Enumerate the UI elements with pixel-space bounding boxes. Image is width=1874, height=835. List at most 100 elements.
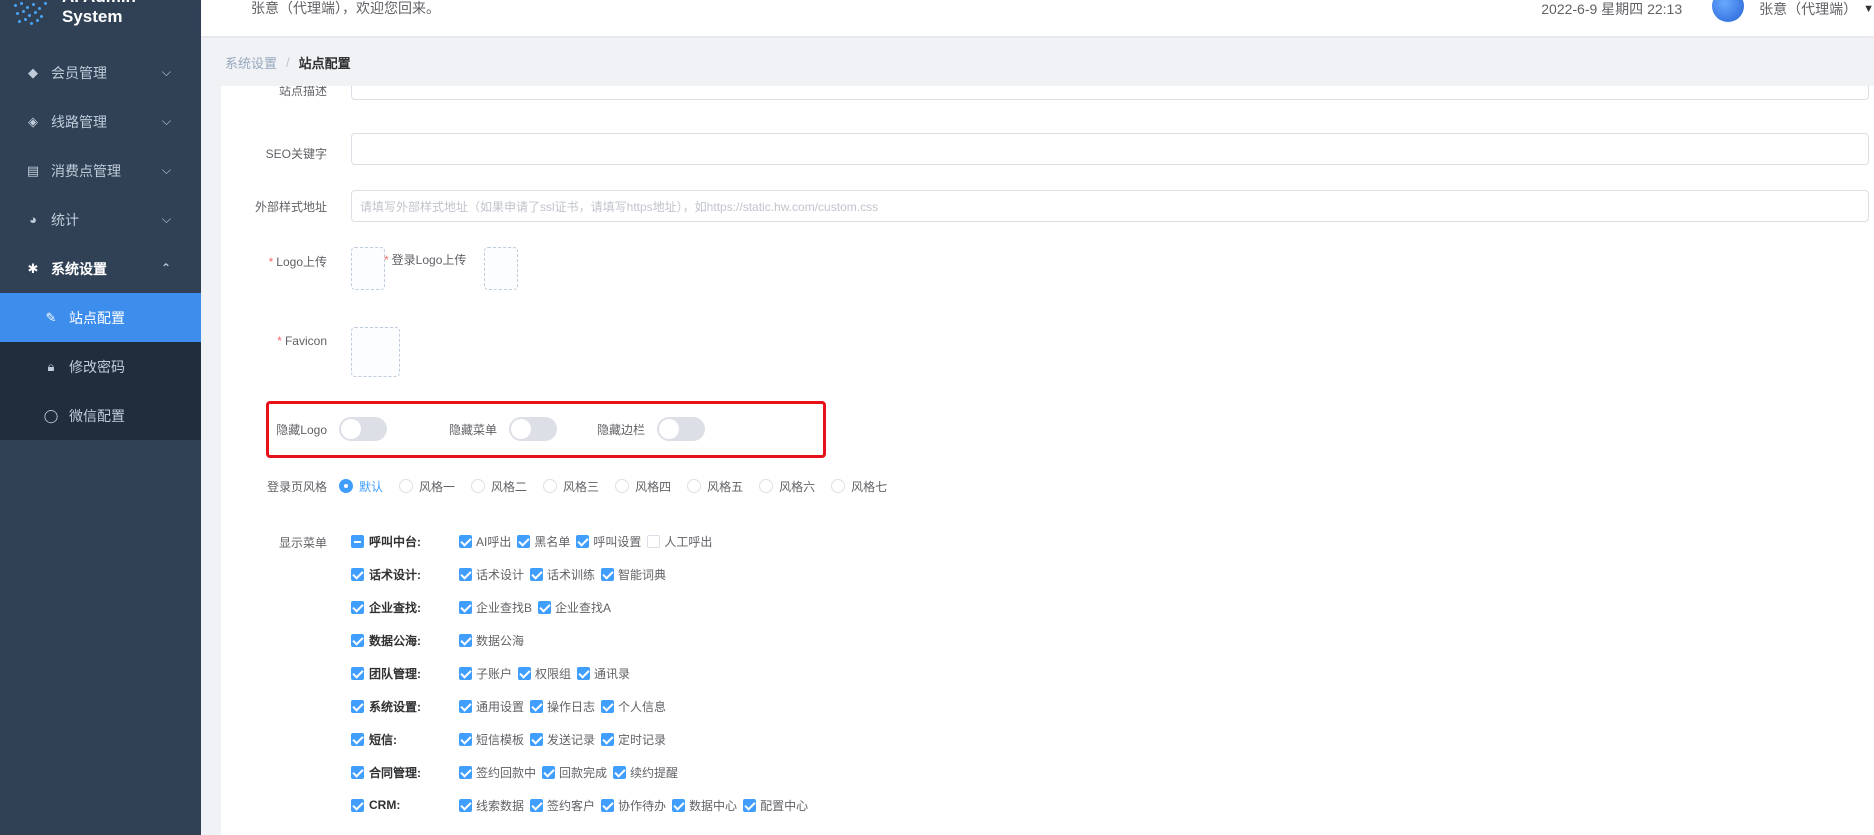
css-label: 外部样式地址	[254, 199, 327, 214]
menu-item-checkbox[interactable]: 数据中心	[672, 797, 737, 814]
login-logo-uploader[interactable]	[484, 247, 518, 290]
site-desc-row: 站点描述	[221, 86, 339, 102]
sidebar-subitem-label: 站点配置	[69, 309, 125, 326]
sidebar-item-member[interactable]: ◆ 会员管理 ⌵	[0, 48, 201, 97]
avatar[interactable]	[1712, 0, 1745, 22]
menu-group-items: 话术设计 话术训练 智能词典	[459, 566, 672, 583]
login-style-radio[interactable]: 风格七	[831, 478, 887, 495]
menu-item-checkbox[interactable]: 数据公海	[459, 632, 524, 649]
radio-dot	[759, 479, 774, 493]
hide-menu-row: 隐藏菜单	[439, 417, 557, 441]
hide-menu-switch[interactable]	[509, 417, 557, 441]
menu-item-label: 定时记录	[618, 732, 667, 747]
login-style-row: 登录页风格 默认 风格一 风格二 风格三 风格四 风格五 风格六 风格七	[221, 476, 903, 496]
menu-group-label: 话术设计:	[369, 567, 421, 582]
menu-item-checkbox[interactable]: 权限组	[518, 665, 571, 682]
menu-item-checkbox[interactable]: 话术训练	[530, 566, 595, 583]
menu-group-checkbox[interactable]: 数据公海:	[351, 632, 459, 649]
css-url-input[interactable]: 请填写外部样式地址（如果申请了ssl证书，请填写https地址），如https:…	[351, 190, 1869, 222]
sidebar-item-system[interactable]: ✱ 系统设置 ⌃	[0, 244, 201, 293]
login-style-radio[interactable]: 默认	[339, 478, 383, 495]
login-style-radio[interactable]: 风格二	[471, 478, 527, 495]
radio-label: 风格三	[563, 479, 600, 494]
username[interactable]: 张意（代理端）	[1759, 0, 1857, 19]
sidebar-item-label: 统计	[51, 211, 79, 228]
menu-item-label: 个人信息	[618, 699, 667, 714]
menu-item-checkbox[interactable]: 配置中心	[743, 797, 808, 814]
menu-group-checkbox[interactable]: 呼叫中台:	[351, 533, 459, 550]
hide-logo-switch[interactable]	[339, 417, 387, 441]
menu-group-checkbox[interactable]: 企业查找:	[351, 599, 459, 616]
radio-label: 风格七	[851, 479, 888, 494]
menu-item-checkbox[interactable]: 操作日志	[530, 698, 595, 715]
menu-item-checkbox[interactable]: AI呼出	[459, 533, 511, 550]
checkbox-box	[601, 732, 615, 746]
menu-item-checkbox[interactable]: 短信模板	[459, 731, 524, 748]
lock-icon: 🔒︎	[47, 358, 55, 374]
menu-item-checkbox[interactable]: 黑名单	[517, 533, 570, 550]
checkbox-box	[351, 600, 364, 614]
menu-item-label: 呼叫设置	[593, 534, 642, 549]
menu-item-checkbox[interactable]: 签约客户	[530, 797, 595, 814]
menu-group-label: 数据公海:	[369, 633, 421, 648]
menu-item-checkbox[interactable]: 协作待办	[601, 797, 666, 814]
menu-group-checkbox[interactable]: 合同管理:	[351, 764, 459, 781]
menu-item-checkbox[interactable]: 通讯录	[577, 665, 630, 682]
radio-dot	[471, 479, 486, 493]
app-logo[interactable]: AI Admin System	[0, 0, 201, 30]
breadcrumb-parent[interactable]: 系统设置	[225, 53, 277, 72]
menu-item-checkbox[interactable]: 发送记录	[530, 731, 595, 748]
hide-sidebar-switch[interactable]	[657, 417, 705, 441]
menu-item-label: 配置中心	[760, 798, 809, 813]
menu-item-checkbox[interactable]: 线索数据	[459, 797, 524, 814]
menu-group-items: 线索数据 签约客户 协作待办 数据中心 配置中心	[459, 797, 814, 814]
seo-input[interactable]	[351, 133, 1869, 165]
menu-item-checkbox[interactable]: 子账户	[459, 665, 512, 682]
logo-uploader[interactable]	[351, 247, 385, 290]
checkbox-box	[351, 666, 364, 680]
login-style-radio[interactable]: 风格一	[399, 478, 455, 495]
menu-group-items: 子账户 权限组 通讯录	[459, 665, 636, 682]
checkbox-box	[459, 567, 472, 581]
menu-group-items: 企业查找B 企业查找A	[459, 599, 617, 616]
menu-group-checkbox[interactable]: 短信:	[351, 731, 459, 748]
menu-item-checkbox[interactable]: 个人信息	[601, 698, 666, 715]
menu-item-checkbox[interactable]: 通用设置	[459, 698, 524, 715]
menu-item-checkbox[interactable]: 签约回款中	[459, 764, 536, 781]
menu-group-checkbox[interactable]: 系统设置:	[351, 698, 459, 715]
sidebar-subitem-password[interactable]: 🔒︎ 修改密码	[0, 342, 201, 391]
checkbox-box	[672, 798, 686, 812]
menu-item-checkbox[interactable]: 企业查找B	[459, 599, 532, 616]
radio-label: 风格五	[707, 479, 744, 494]
sidebar-subitem-wechat[interactable]: ◯ 微信配置	[0, 391, 201, 440]
menu-group-checkbox[interactable]: 团队管理:	[351, 665, 459, 682]
login-style-radio[interactable]: 风格六	[759, 478, 815, 495]
menu-item-label: 企业查找B	[476, 600, 533, 615]
menu-item-checkbox[interactable]: 呼叫设置	[576, 533, 641, 550]
sidebar: AI Admin System ◆ 会员管理 ⌵ ◈ 线路管理 ⌵ ▤ 消费点管…	[0, 0, 201, 835]
sidebar-item-consumption[interactable]: ▤ 消费点管理 ⌵	[0, 146, 201, 195]
login-style-radio[interactable]: 风格三	[543, 478, 599, 495]
menu-group-checkbox[interactable]: CRM:	[351, 798, 459, 812]
site-desc-input[interactable]	[351, 86, 1869, 100]
sidebar-item-route[interactable]: ◈ 线路管理 ⌵	[0, 97, 201, 146]
menu-item-checkbox[interactable]: 定时记录	[601, 731, 666, 748]
menu-item-label: 通用设置	[476, 699, 525, 714]
sidebar-item-stats[interactable]: ◕ 统计 ⌵	[0, 195, 201, 244]
menu-item-checkbox[interactable]: 回款完成	[542, 764, 607, 781]
radio-label: 风格六	[779, 479, 816, 494]
favicon-uploader[interactable]	[351, 327, 400, 377]
sidebar-subitem-site-config[interactable]: ✎ 站点配置	[0, 293, 201, 342]
menu-item-label: 数据中心	[689, 798, 738, 813]
menu-group-label: 系统设置:	[369, 699, 421, 714]
diamond-icon: ◆	[28, 64, 38, 80]
caret-down-icon[interactable]: ▼	[1863, 3, 1874, 15]
menu-item-checkbox[interactable]: 智能词典	[601, 566, 666, 583]
menu-group-checkbox[interactable]: 话术设计:	[351, 566, 459, 583]
login-style-radio[interactable]: 风格四	[615, 478, 671, 495]
menu-item-checkbox[interactable]: 人工呼出	[647, 533, 712, 550]
menu-item-checkbox[interactable]: 话术设计	[459, 566, 524, 583]
menu-item-checkbox[interactable]: 续约提醒	[613, 764, 678, 781]
login-style-radio[interactable]: 风格五	[687, 478, 743, 495]
menu-item-checkbox[interactable]: 企业查找A	[538, 599, 611, 616]
